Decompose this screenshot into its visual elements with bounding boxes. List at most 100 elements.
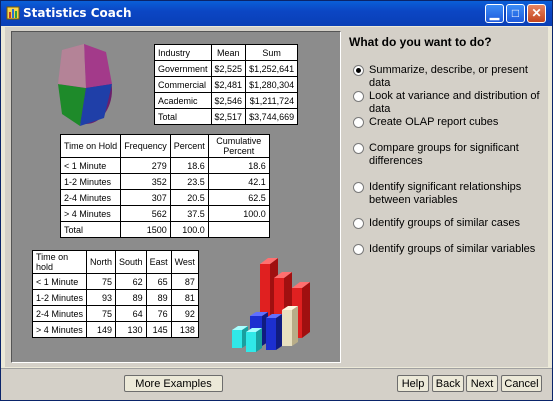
statistics-coach-window: Statistics Coach ▁ □ ✕ Industry Mean Sum… bbox=[0, 0, 553, 401]
table-row: Commercial $2,481 $1,280,304 bbox=[154, 76, 299, 93]
table-cell: 149 bbox=[86, 321, 117, 338]
table-cell: 64 bbox=[115, 305, 147, 322]
app-icon bbox=[6, 6, 20, 20]
table-cell: 62.5 bbox=[207, 189, 270, 206]
help-button[interactable]: Help bbox=[397, 375, 429, 392]
table-header-row: Time on hold North South East West bbox=[31, 250, 199, 274]
table-cell: Academic bbox=[154, 92, 212, 109]
table-header-cell: South bbox=[115, 250, 147, 274]
table-header-cell: West bbox=[170, 250, 199, 274]
table-cell: 352 bbox=[120, 173, 171, 190]
table-cell: < 1 Minute bbox=[31, 273, 88, 290]
radio-icon[interactable] bbox=[353, 91, 364, 102]
table-cell: 42.1 bbox=[207, 173, 270, 190]
task-options-panel: What do you want to do? Summarize, descr… bbox=[345, 31, 545, 361]
dialog-body: Industry Mean Sum Government $2,525 $1,2… bbox=[5, 27, 548, 367]
minimize-button[interactable]: ▁ bbox=[485, 4, 504, 23]
table-cell: 1500 bbox=[120, 221, 171, 238]
table-cell: 18.6 bbox=[207, 157, 270, 174]
table-cell: 89 bbox=[115, 289, 147, 306]
table-cell: 20.5 bbox=[169, 189, 209, 206]
table-cell: 100.0 bbox=[207, 205, 270, 222]
table-cell: 37.5 bbox=[169, 205, 209, 222]
table-header-cell: Percent bbox=[169, 134, 209, 158]
table-header-cell: Mean bbox=[210, 44, 247, 61]
table-cell: 87 bbox=[170, 273, 199, 290]
option-label: Identify groups of similar variables bbox=[369, 243, 536, 255]
radio-icon[interactable] bbox=[353, 218, 364, 229]
radio-icon[interactable] bbox=[353, 244, 364, 255]
table-cell: > 4 Minutes bbox=[31, 321, 88, 338]
table-cell: 93 bbox=[86, 289, 117, 306]
table-cell: Total bbox=[59, 221, 122, 238]
table-cell: $1,252,641 bbox=[245, 60, 299, 77]
option-label: Compare groups for significant differenc… bbox=[369, 142, 519, 167]
table-cell: Total bbox=[154, 108, 212, 125]
table-cell: 62 bbox=[115, 273, 147, 290]
table-row: < 1 Minute 75 62 65 87 bbox=[31, 273, 199, 290]
radio-selected-icon[interactable] bbox=[353, 65, 364, 76]
table-row: Total 1500 100.0 bbox=[59, 221, 270, 238]
examples-panel: Industry Mean Sum Government $2,525 $1,2… bbox=[11, 31, 341, 363]
table-row: Academic $2,546 $1,211,724 bbox=[154, 92, 299, 109]
close-button[interactable]: ✕ bbox=[527, 4, 546, 23]
table-cell: $2,481 bbox=[210, 76, 247, 93]
table-cell: 1-2 Minutes bbox=[59, 173, 122, 190]
cancel-button[interactable]: Cancel bbox=[501, 375, 542, 392]
maximize-button[interactable]: □ bbox=[506, 4, 525, 23]
option-label: Identify groups of similar cases bbox=[369, 217, 521, 229]
table-cell: 2-4 Minutes bbox=[31, 305, 88, 322]
option-label: Create OLAP report cubes bbox=[369, 116, 499, 128]
table-row: 1-2 Minutes 352 23.5 42.1 bbox=[59, 173, 270, 190]
industry-table: Industry Mean Sum Government $2,525 $1,2… bbox=[154, 44, 299, 125]
option-label: Look at variance and distribution of dat… bbox=[369, 90, 540, 115]
title-bar[interactable]: Statistics Coach ▁ □ ✕ bbox=[1, 1, 552, 26]
table-header-row: Industry Mean Sum bbox=[154, 44, 299, 61]
table-header-cell: North bbox=[86, 250, 117, 274]
table-cell: $1,280,304 bbox=[245, 76, 299, 93]
table-cell: 145 bbox=[145, 321, 172, 338]
table-cell: > 4 Minutes bbox=[59, 205, 122, 222]
table-cell: 89 bbox=[145, 289, 172, 306]
table-row: > 4 Minutes 149 130 145 138 bbox=[31, 321, 199, 338]
table-cell: 76 bbox=[145, 305, 172, 322]
table-cell: Government bbox=[154, 60, 212, 77]
back-button[interactable]: Back bbox=[432, 375, 464, 392]
table-header-cell: Industry bbox=[154, 44, 212, 61]
table-cell: $2,517 bbox=[210, 108, 247, 125]
table-cell: Commercial bbox=[154, 76, 212, 93]
next-button[interactable]: Next bbox=[466, 375, 498, 392]
table-cell: 81 bbox=[170, 289, 199, 306]
options-heading: What do you want to do? bbox=[349, 35, 492, 49]
table-cell: 1-2 Minutes bbox=[31, 289, 88, 306]
table-cell: 2-4 Minutes bbox=[59, 189, 122, 206]
radio-icon[interactable] bbox=[353, 182, 364, 193]
table-cell: < 1 Minute bbox=[59, 157, 122, 174]
window-title: Statistics Coach bbox=[23, 6, 132, 20]
table-row: 1-2 Minutes 93 89 89 81 bbox=[31, 289, 199, 306]
table-cell: 307 bbox=[120, 189, 171, 206]
radio-icon[interactable] bbox=[353, 117, 364, 128]
table-cell: 562 bbox=[120, 205, 171, 222]
table-cell: 279 bbox=[120, 157, 171, 174]
table-header-cell: Sum bbox=[245, 44, 299, 61]
more-examples-button[interactable]: More Examples bbox=[124, 375, 223, 392]
table-header-row: Time on Hold Frequency Percent Cumulativ… bbox=[59, 134, 270, 158]
table-cell: 23.5 bbox=[169, 173, 209, 190]
table-cell bbox=[207, 221, 270, 238]
table-header-cell: Time on Hold bbox=[59, 134, 122, 158]
table-header-cell: East bbox=[145, 250, 172, 274]
table-cell: 130 bbox=[115, 321, 147, 338]
table-cell: $2,546 bbox=[210, 92, 247, 109]
minimize-icon: ▁ bbox=[489, 6, 500, 20]
option-label: Identify significant relationships betwe… bbox=[369, 181, 522, 206]
table-cell: 75 bbox=[86, 305, 117, 322]
table-cell: 65 bbox=[145, 273, 172, 290]
table-cell: $2,525 bbox=[210, 60, 247, 77]
table-cell: 75 bbox=[86, 273, 117, 290]
table-row: 2-4 Minutes 307 20.5 62.5 bbox=[59, 189, 270, 206]
maximize-icon: □ bbox=[511, 6, 520, 20]
bar-chart-illustration bbox=[232, 258, 310, 352]
radio-icon[interactable] bbox=[353, 143, 364, 154]
table-cell: 18.6 bbox=[169, 157, 209, 174]
